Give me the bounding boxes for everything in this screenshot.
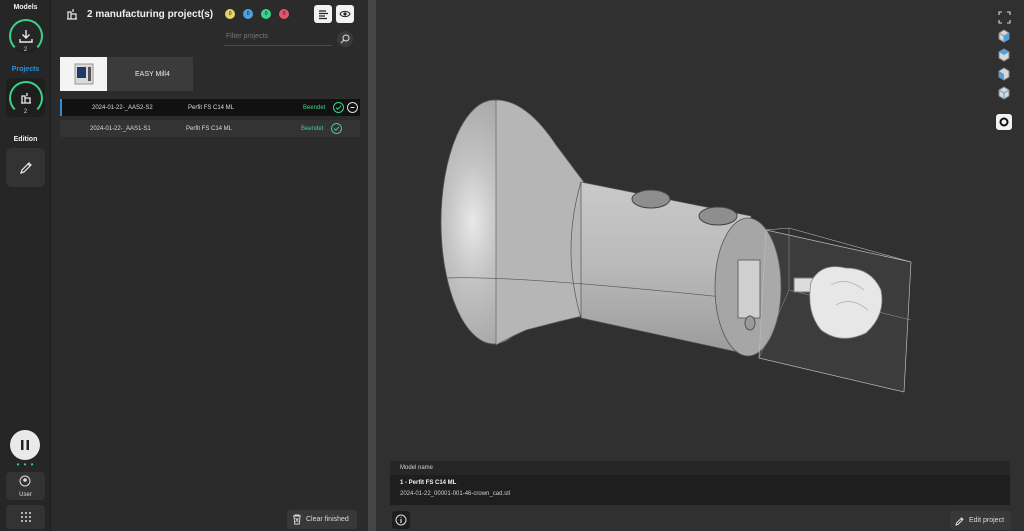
status-finished-badge: 0 <box>261 9 272 19</box>
project-status: Beendet <box>303 104 326 111</box>
project-material: Perfit FS C14 ML <box>188 104 235 111</box>
panel-splitter[interactable] <box>368 0 376 531</box>
pencil-icon <box>19 161 32 174</box>
download-icon <box>18 29 33 43</box>
projects-label: Projects <box>11 66 40 73</box>
cube-icon <box>998 67 1010 81</box>
edit-project-button[interactable]: Edit project <box>950 511 1011 530</box>
panel-header: 2 manufacturing project(s) 0 0 0 0 <box>65 7 290 21</box>
models-button[interactable]: 2 <box>6 16 45 55</box>
user-button[interactable]: User <box>6 472 45 500</box>
search-icon <box>340 34 350 44</box>
status-dots: 0 0 0 0 <box>225 9 290 19</box>
check-icon <box>331 123 342 134</box>
project-name: 2024-01-22-_AAS2-S2 <box>92 104 153 111</box>
project-row[interactable]: 2024-01-22-_AAS1-S1 Perfit FS C14 ML Bee… <box>60 120 360 137</box>
view-cube-side-button[interactable] <box>996 66 1012 82</box>
circle-icon <box>999 117 1009 127</box>
user-icon <box>19 475 31 487</box>
models-label: Models <box>13 4 38 11</box>
apps-menu-button[interactable] <box>6 505 45 529</box>
machine-tab-easy-mill4[interactable]: EASY Mill4 <box>60 57 193 91</box>
milling-machine-icon <box>74 63 93 85</box>
cube-icon <box>998 86 1010 100</box>
pause-button[interactable] <box>10 430 40 460</box>
cube-icon <box>998 48 1010 62</box>
3d-viewport[interactable]: Model name 1 - Perfit FS C14 ML 2024-01-… <box>376 0 1024 531</box>
view-cube-top-button[interactable] <box>996 47 1012 63</box>
list-view-button[interactable] <box>314 5 332 23</box>
project-material: Perfit FS C14 ML <box>186 125 233 132</box>
project-row[interactable]: 2024-01-22-_AAS2-S2 Perfit FS C14 ML Bee… <box>60 99 360 116</box>
pause-icon <box>21 440 29 450</box>
projects-count: 2 <box>23 109 28 115</box>
model-info-card: Model name 1 - Perfit FS C14 ML 2024-01-… <box>390 461 1010 505</box>
models-count: 2 <box>23 47 28 53</box>
info-icon <box>395 514 407 526</box>
minus-icon <box>350 107 355 108</box>
pencil-icon <box>955 516 964 526</box>
list-icon <box>318 9 328 19</box>
projects-button[interactable]: 2 <box>6 78 45 117</box>
model-card-header: Model name <box>390 461 1010 475</box>
check-icon <box>333 102 344 113</box>
clear-finished-label: Clear finished <box>306 516 349 523</box>
user-label: User <box>19 492 32 498</box>
app-window: Models 2 Projects 2 Edition • • • User 2… <box>0 0 1024 531</box>
edition-button[interactable] <box>6 148 45 187</box>
projects-panel: 2 manufacturing project(s) 0 0 0 0 Filte… <box>51 0 368 531</box>
project-name: 2024-01-22-_AAS1-S1 <box>90 125 151 132</box>
status-pending-badge: 0 <box>225 9 236 19</box>
render-mode-button[interactable] <box>996 114 1012 130</box>
machine-thumbnail <box>60 57 107 91</box>
mill-project-icon <box>67 9 77 20</box>
filter-search-button[interactable] <box>337 31 353 47</box>
view-cube-iso-button[interactable] <box>996 85 1012 101</box>
mill-project-icon <box>20 92 31 104</box>
status-running-badge: 0 <box>243 9 254 19</box>
view-cube-front-button[interactable] <box>996 28 1012 44</box>
cube-icon <box>998 29 1010 43</box>
filter-input[interactable]: Filter projects <box>224 33 332 46</box>
model-name: 1 - Perfit FS C14 ML <box>400 480 457 486</box>
info-button[interactable] <box>392 511 410 529</box>
model-file-name: 2024-01-22_00001-001-46-crown_cad.stl <box>400 491 511 497</box>
expand-icon <box>997 10 1011 24</box>
visibility-button[interactable] <box>336 5 354 23</box>
edit-project-label: Edit project <box>969 517 1005 524</box>
trash-icon <box>293 514 301 525</box>
grid-icon <box>20 512 31 522</box>
fullscreen-button[interactable] <box>996 9 1012 25</box>
eye-icon <box>339 10 351 18</box>
model-render <box>440 99 912 393</box>
machine-name: EASY Mill4 <box>135 70 170 78</box>
left-rail: Models 2 Projects 2 Edition • • • User <box>0 0 51 531</box>
project-status: Beendet <box>301 125 324 132</box>
clear-finished-button[interactable]: Clear finished <box>287 510 357 529</box>
remove-project-button[interactable] <box>347 102 358 113</box>
activity-indicator: • • • <box>16 460 35 469</box>
edition-label: Edition <box>13 136 38 143</box>
status-error-badge: 0 <box>279 9 290 19</box>
page-title: 2 manufacturing project(s) <box>87 8 214 20</box>
